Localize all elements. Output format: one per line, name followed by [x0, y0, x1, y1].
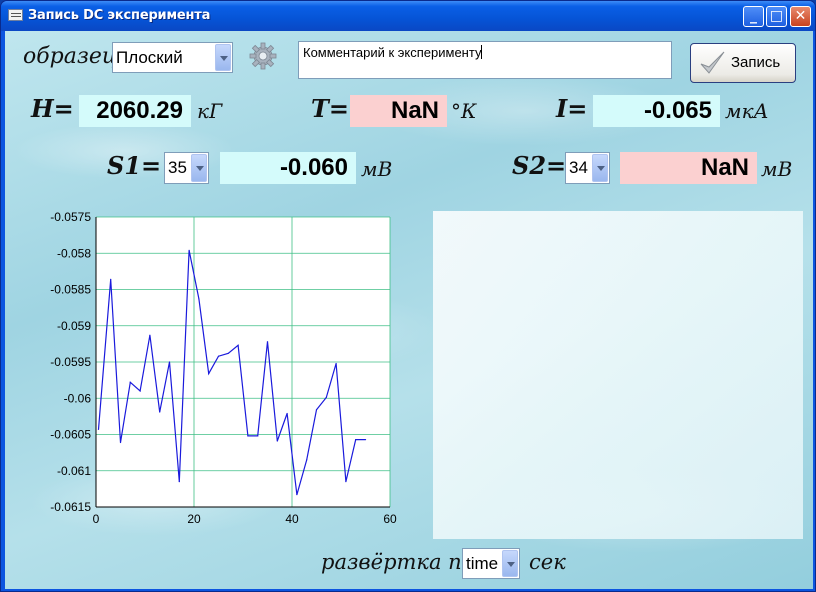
x-tick-label: 40: [285, 512, 299, 526]
x-axis-ticks: 0 20 40 60: [93, 512, 397, 526]
data-point: [257, 435, 259, 437]
chevron-down-icon[interactable]: [592, 154, 608, 182]
s1-time-chart[interactable]: -0.0575 -0.058 -0.0585 -0.059 -0.0595 -0.06 -0…: [39, 209, 401, 539]
data-point: [227, 352, 229, 354]
t-label: T=: [311, 94, 349, 123]
y-tick-label: -0.0615: [50, 500, 91, 514]
title-bar[interactable]: Запись DC эксперимента _ □ ✕: [1, 1, 815, 31]
data-point: [325, 396, 327, 399]
data-point: [110, 278, 112, 280]
comment-input[interactable]: Комментарий к эксперименту: [298, 41, 672, 79]
data-point: [247, 435, 249, 437]
data-point: [119, 441, 122, 444]
y-tick-label: -0.0585: [50, 283, 91, 297]
chevron-down-icon[interactable]: [191, 154, 207, 182]
y-tick-label: -0.06: [64, 391, 92, 405]
gear-icon[interactable]: [248, 41, 278, 71]
data-point: [286, 412, 288, 415]
checkmark-icon: [700, 51, 725, 74]
data-point: [139, 390, 141, 392]
data-point: [276, 440, 278, 442]
data-point: [217, 355, 220, 357]
x-tick-label: 20: [187, 512, 201, 526]
s1-channel-select[interactable]: 35: [164, 152, 209, 184]
t-value: NaN: [350, 95, 447, 127]
text-caret: [481, 45, 483, 59]
y-tick-label: -0.061: [57, 464, 91, 478]
y-axis-ticks: -0.0575 -0.058 -0.0585 -0.059 -0.0595 -0.06 -0…: [50, 210, 91, 514]
sweep-select[interactable]: time: [462, 548, 520, 579]
data-point: [129, 381, 131, 383]
i-unit: мкА: [725, 99, 769, 123]
s2-label: S2=: [512, 151, 567, 180]
data-point: [149, 334, 151, 336]
s2-value: NaN: [620, 152, 757, 184]
data-point: [178, 481, 180, 483]
s1-value: -0.060: [220, 152, 356, 184]
data-point: [97, 428, 100, 431]
s1-unit: мВ: [361, 157, 393, 181]
window-title: Запись DC эксперимента: [28, 8, 211, 23]
comment-text: Комментарий к эксперименту: [303, 45, 482, 60]
i-label: I=: [556, 94, 588, 123]
data-point: [198, 298, 200, 300]
data-point: [364, 438, 367, 441]
t-unit: °К: [451, 99, 477, 123]
minimize-button[interactable]: _: [743, 6, 764, 27]
data-point: [168, 361, 171, 363]
data-point: [306, 459, 308, 461]
y-tick-label: -0.058: [57, 246, 91, 260]
data-point: [266, 341, 269, 343]
h-value: 2060.29: [79, 95, 191, 127]
i-value: -0.065: [593, 95, 720, 127]
data-point: [188, 249, 190, 251]
record-button[interactable]: Запись: [690, 43, 796, 83]
client-area: образец Плоский Комментарий к эксперимен…: [5, 31, 813, 589]
sample-select[interactable]: Плоский: [112, 42, 233, 73]
h-label: H=: [31, 94, 74, 123]
h-unit: кГ: [197, 99, 223, 123]
s2-unit: мВ: [761, 157, 793, 181]
close-button[interactable]: ✕: [790, 6, 811, 27]
secondary-plot-panel: [433, 211, 803, 539]
s2-channel-value: 34: [569, 158, 588, 177]
data-point: [355, 438, 357, 441]
data-point: [159, 411, 161, 413]
data-point: [208, 373, 210, 375]
sample-select-value: Плоский: [116, 48, 183, 67]
sweep-label: развёртка по: [321, 550, 475, 574]
maximize-button[interactable]: □: [766, 6, 787, 27]
chevron-down-icon[interactable]: [502, 550, 518, 577]
y-tick-label: -0.059: [57, 319, 91, 333]
s1-label: S1=: [107, 151, 162, 180]
x-tick-label: 0: [93, 512, 100, 526]
x-tick-label: 60: [383, 512, 397, 526]
y-tick-label: -0.0595: [50, 355, 91, 369]
chevron-down-icon[interactable]: [215, 44, 231, 71]
y-tick-label: -0.0575: [50, 210, 91, 224]
sweep-unit: сек: [529, 550, 566, 574]
data-point: [296, 494, 298, 496]
data-point: [315, 409, 318, 411]
app-window: Запись DC эксперимента _ □ ✕ образец Пло…: [0, 0, 816, 592]
sweep-select-value: time: [466, 554, 499, 573]
y-tick-label: -0.0605: [50, 428, 91, 442]
record-button-label: Запись: [731, 54, 781, 71]
window-app-icon: [8, 9, 23, 21]
data-point: [335, 362, 337, 365]
sample-label: образец: [23, 44, 118, 69]
s2-channel-select[interactable]: 34: [565, 152, 610, 184]
data-point: [237, 344, 239, 346]
s1-channel-value: 35: [168, 158, 187, 177]
data-point: [345, 481, 347, 483]
